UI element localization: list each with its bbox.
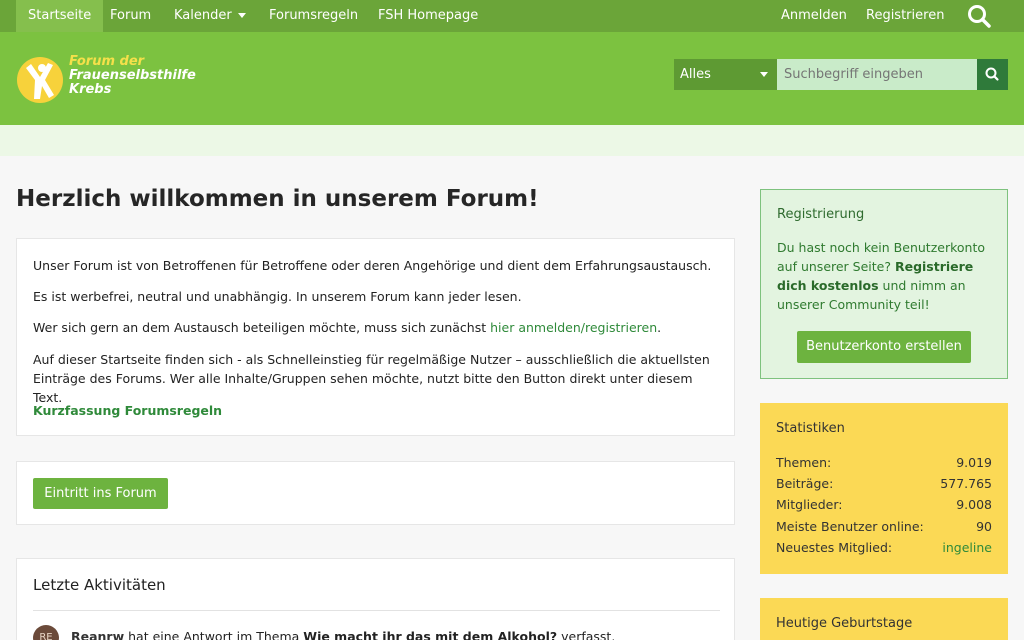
activity-user-link[interactable]: Reanrw xyxy=(71,629,124,640)
stat-row: Mitglieder: 9.008 xyxy=(776,497,992,512)
stat-value: 577.765 xyxy=(940,476,992,491)
intro-paragraph-1: Unser Forum ist von Betroffenen für Betr… xyxy=(33,258,712,273)
stat-row: Beiträge: 577.765 xyxy=(776,476,992,491)
site-logo-text[interactable]: Forum der Frauenselbsthilfe Krebs xyxy=(69,55,196,97)
stat-label: Neuestes Mitglied: xyxy=(776,540,893,555)
search-input[interactable] xyxy=(777,59,977,90)
chevron-down-icon xyxy=(237,13,246,18)
enter-forum-button[interactable]: Eintritt ins Forum xyxy=(33,478,168,509)
search-icon[interactable] xyxy=(966,3,994,29)
stat-label: Meiste Benutzer online: xyxy=(776,519,924,534)
nav-item-kalender[interactable]: Kalender xyxy=(162,0,258,32)
search-icon xyxy=(985,67,999,81)
nav-label: Forumsregeln xyxy=(269,8,359,23)
nav-label: Kalender xyxy=(174,8,232,23)
latest-activities-card: Letzte Aktivitäten RE Reanrw hat eine An… xyxy=(16,558,735,640)
nav-label: FSH Homepage xyxy=(378,8,479,23)
registration-box: Registrierung Du hast noch kein Benutzer… xyxy=(760,189,1008,379)
nav-label: Forum xyxy=(110,8,152,23)
stat-value: 9.008 xyxy=(956,497,992,512)
register-link[interactable]: Registrieren xyxy=(854,0,956,32)
enter-forum-card: Eintritt ins Forum xyxy=(16,461,735,525)
forum-rules-summary-link[interactable]: Kurzfassung Forumsregeln xyxy=(33,403,222,418)
intro-paragraph-3-end: . xyxy=(657,320,662,335)
newest-member-link[interactable]: ingeline xyxy=(942,540,992,555)
create-account-button[interactable]: Benutzerkonto erstellen xyxy=(797,331,971,363)
stat-label: Beiträge: xyxy=(776,476,834,491)
activity-thread-link[interactable]: Wie macht ihr das mit dem Alkohol? xyxy=(303,629,557,640)
nav-label: Anmelden xyxy=(781,8,847,23)
stat-row: Neuestes Mitglied: ingeline xyxy=(776,540,992,555)
stat-value: 90 xyxy=(976,519,992,534)
login-link[interactable]: Anmelden xyxy=(769,0,859,32)
nav-label: Registrieren xyxy=(866,8,945,23)
nav-label: Startseite xyxy=(28,8,92,23)
stat-label: Mitglieder: xyxy=(776,497,843,512)
nav-item-startseite[interactable]: Startseite xyxy=(16,0,104,32)
registration-text: Du hast noch kein Benutzerkonto auf unse… xyxy=(777,238,997,314)
birthdays-box: Heutige Geburtstage xyxy=(760,598,1008,640)
header-subband xyxy=(0,125,1024,156)
intro-paragraph-3-text: Wer sich gern an dem Austausch beteilige… xyxy=(33,320,491,335)
logo-line-3: Krebs xyxy=(69,82,112,97)
registration-title: Registrierung xyxy=(777,207,865,222)
intro-card: Unser Forum ist von Betroffenen für Betr… xyxy=(16,238,735,436)
intro-paragraph-3: Wer sich gern an dem Austausch beteilige… xyxy=(33,318,713,337)
statistics-box: Statistiken Themen: 9.019 Beiträge: 577.76… xyxy=(760,403,1008,574)
nav-item-forumsregeln[interactable]: Forumsregeln xyxy=(257,0,370,32)
nav-item-fsh-homepage[interactable]: FSH Homepage xyxy=(366,0,490,32)
divider xyxy=(33,610,720,611)
activity-text: Reanrw hat eine Antwort im Thema Wie mac… xyxy=(71,629,615,640)
top-navigation: Startseite Forum Kalender Forumsregeln F… xyxy=(0,0,1024,32)
login-register-link[interactable]: hier anmelden/registrieren xyxy=(490,320,657,335)
intro-paragraph-2: Es ist werbefrei, neutral und unabhängig… xyxy=(33,289,522,304)
activity-end: verfasst. xyxy=(557,629,616,640)
chevron-down-icon xyxy=(760,72,768,77)
stat-label: Themen: xyxy=(776,455,832,470)
birthdays-title: Heutige Geburtstage xyxy=(776,616,913,631)
nav-item-forum[interactable]: Forum xyxy=(98,0,163,32)
statistics-title: Statistiken xyxy=(776,421,845,436)
activity-action: hat eine Antwort im Thema xyxy=(124,629,304,640)
search-scope-select[interactable]: Alles xyxy=(674,59,777,90)
search-button[interactable] xyxy=(977,59,1008,90)
logo-icon[interactable] xyxy=(16,56,64,104)
intro-paragraph-4: Auf dieser Startseite finden sich - als … xyxy=(33,352,710,405)
logo-line-2: Frauenselbsthilfe xyxy=(69,68,196,83)
search-scope-value: Alles xyxy=(680,67,711,82)
latest-activities-title: Letzte Aktivitäten xyxy=(33,576,166,594)
stat-row: Meiste Benutzer online: 90 xyxy=(776,519,992,534)
stat-value: 9.019 xyxy=(956,455,992,470)
avatar[interactable]: RE xyxy=(33,625,59,640)
page-title: Herzlich willkommen in unserem Forum! xyxy=(16,186,539,212)
stat-row: Themen: 9.019 xyxy=(776,455,992,470)
logo-line-1: Forum der xyxy=(69,54,145,69)
